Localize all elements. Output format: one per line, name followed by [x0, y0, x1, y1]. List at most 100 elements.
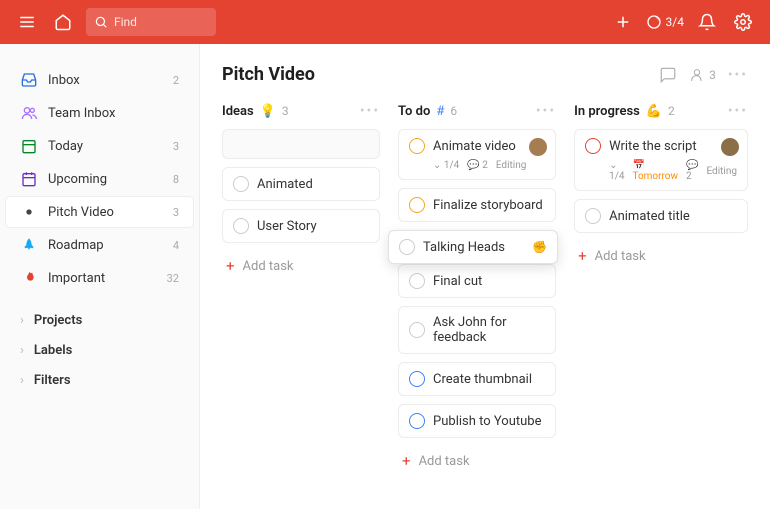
column-count: 3	[282, 104, 289, 118]
comments-icon[interactable]	[659, 66, 677, 84]
plus-icon: +	[402, 452, 411, 470]
chevron-right-icon: ›	[20, 313, 24, 328]
task-meta: ⌄ 1/4💬 2Editing	[433, 160, 545, 171]
section-label: Labels	[34, 343, 179, 358]
task-checkbox[interactable]	[585, 138, 601, 154]
nav-count: 3	[173, 206, 179, 219]
nav-count: 4	[173, 239, 179, 252]
nav-label: Important	[48, 271, 157, 286]
sidebar-item-today[interactable]: Today 3	[6, 131, 193, 161]
progress-text: 3/4	[666, 15, 684, 29]
sidebar-section-filters[interactable]: › Filters	[6, 367, 193, 394]
board-menu-icon[interactable]: •••	[728, 67, 748, 83]
rocket-icon	[20, 236, 38, 254]
gear-icon[interactable]	[730, 9, 756, 35]
task-card[interactable]: Final cut	[398, 264, 556, 298]
sidebar-section-projects[interactable]: › Projects	[6, 307, 193, 334]
sidebar-item-upcoming[interactable]: Upcoming 8	[6, 164, 193, 194]
search-icon	[94, 15, 108, 29]
search-box[interactable]	[86, 8, 216, 36]
column-emoji-icon: 💪	[646, 104, 662, 119]
progress-icon	[646, 14, 662, 30]
column-title: To do	[398, 104, 430, 119]
add-task-button[interactable]: + Add task	[574, 241, 748, 271]
task-title: Animated title	[609, 209, 690, 224]
column-title: Ideas	[222, 104, 254, 119]
task-checkbox[interactable]	[409, 371, 425, 387]
sidebar-item-pitch-video[interactable]: Pitch Video 3	[6, 197, 193, 227]
assignee-avatar[interactable]	[529, 138, 547, 156]
nav-label: Today	[48, 139, 163, 154]
task-checkbox[interactable]	[585, 208, 601, 224]
column-emoji-icon: 💡	[260, 104, 276, 119]
column-menu-icon[interactable]: •••	[728, 103, 748, 119]
board-header: Pitch Video 3 •••	[222, 64, 748, 85]
add-task-button[interactable]: + Add task	[398, 446, 556, 476]
search-input[interactable]	[114, 15, 204, 29]
task-checkbox[interactable]	[409, 138, 425, 154]
task-circle-icon	[399, 239, 415, 255]
task-title: Talking Heads	[423, 240, 505, 255]
task-card[interactable]: Ask John for feedback	[398, 306, 556, 354]
task-title: Ask John for feedback	[433, 315, 545, 345]
add-task-label: Add task	[595, 249, 646, 264]
calendar-icon	[20, 170, 38, 188]
add-task-button[interactable]: + Add task	[222, 251, 380, 281]
add-task-label: Add task	[243, 259, 294, 274]
task-card[interactable]: Animated	[222, 167, 380, 201]
column-menu-icon[interactable]: •••	[360, 103, 380, 119]
task-card[interactable]: Publish to Youtube	[398, 404, 556, 438]
task-label: Editing	[496, 160, 527, 171]
column-header: Ideas 💡 3 •••	[222, 103, 380, 119]
users-icon	[20, 104, 38, 122]
menu-icon[interactable]	[14, 9, 40, 35]
task-checkbox[interactable]	[409, 413, 425, 429]
section-label: Projects	[34, 313, 179, 328]
task-checkbox[interactable]	[409, 322, 425, 338]
sidebar-item-inbox[interactable]: Inbox 2	[6, 65, 193, 95]
column-ideas: Ideas 💡 3 ••• Animated User Story + Add …	[222, 103, 380, 281]
sidebar-item-important[interactable]: Important 32	[6, 263, 193, 293]
add-icon[interactable]	[610, 9, 636, 35]
task-card[interactable]: Animate video ⌄ 1/4💬 2Editing	[398, 129, 556, 180]
task-checkbox[interactable]	[409, 197, 425, 213]
task-title: Create thumbnail	[433, 372, 532, 387]
task-checkbox[interactable]	[233, 176, 249, 192]
task-card[interactable]: Write the script ⌄ 1/4📅 Tomorrow💬 2Editi…	[574, 129, 748, 191]
home-icon[interactable]	[50, 9, 76, 35]
task-card[interactable]: Animated title	[574, 199, 748, 233]
nav-count: 32	[167, 272, 179, 285]
new-task-placeholder[interactable]	[222, 129, 380, 159]
sidebar-item-roadmap[interactable]: Roadmap 4	[6, 230, 193, 260]
nav-label: Team Inbox	[48, 106, 169, 121]
topbar: 3/4	[0, 0, 770, 44]
add-task-label: Add task	[419, 454, 470, 469]
task-checkbox[interactable]	[409, 273, 425, 289]
task-title: Final cut	[433, 274, 482, 289]
task-card[interactable]: User Story	[222, 209, 380, 243]
fire-icon	[20, 269, 38, 287]
task-card[interactable]: Finalize storyboard	[398, 188, 556, 222]
progress-pill[interactable]: 3/4	[646, 14, 684, 30]
section-label: Filters	[34, 373, 179, 388]
column-menu-icon[interactable]: •••	[536, 103, 556, 119]
tray-icon	[20, 71, 38, 89]
nav-label: Roadmap	[48, 238, 163, 253]
task-card[interactable]: Create thumbnail	[398, 362, 556, 396]
plus-icon: +	[578, 247, 587, 265]
sidebar-item-team-inbox[interactable]: Team Inbox	[6, 98, 193, 128]
board-title: Pitch Video	[222, 64, 659, 85]
task-meta: ⌄ 1/4📅 Tomorrow💬 2Editing	[609, 160, 737, 182]
members-button[interactable]: 3	[689, 67, 716, 83]
assignee-avatar[interactable]	[721, 138, 739, 156]
sidebar-section-labels[interactable]: › Labels	[6, 337, 193, 364]
task-label: Editing	[706, 166, 737, 177]
column-title: In progress	[574, 104, 640, 119]
task-checkbox[interactable]	[233, 218, 249, 234]
grab-icon: ✊	[532, 240, 547, 254]
nav-count: 2	[173, 74, 179, 87]
bell-icon[interactable]	[694, 9, 720, 35]
calendar-day-icon	[20, 137, 38, 155]
column-count: 6	[450, 104, 457, 118]
dragging-card[interactable]: Talking Heads ✊	[388, 230, 558, 264]
